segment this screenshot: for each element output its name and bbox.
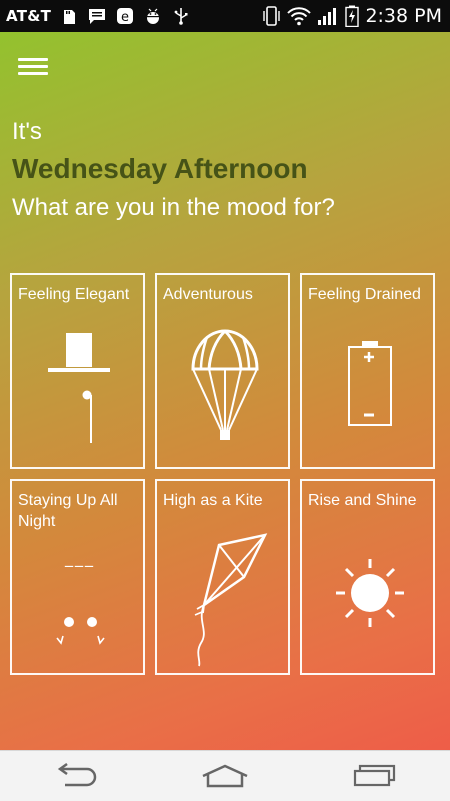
home-button[interactable] xyxy=(190,756,260,796)
mood-label: Feeling Drained xyxy=(308,286,421,303)
mood-label: Staying Up All Night xyxy=(18,492,118,530)
vibrate-icon xyxy=(263,6,281,26)
mood-label: Feeling Elegant xyxy=(18,286,130,303)
back-button[interactable] xyxy=(40,756,110,796)
mood-label: Rise and Shine xyxy=(308,492,417,509)
android-debug-icon xyxy=(145,8,162,24)
message-icon xyxy=(89,9,106,24)
mood-tile-high-as-a-kite[interactable]: High as a Kite xyxy=(155,479,290,675)
wifi-icon xyxy=(287,7,312,26)
mood-tile-feeling-elegant[interactable]: Feeling Elegant xyxy=(10,273,145,469)
mood-label: Adventurous xyxy=(163,286,253,303)
mood-tile-feeling-drained[interactable]: Feeling Drained xyxy=(300,273,435,469)
battery-charging-icon xyxy=(345,5,360,27)
mood-tile-staying-up-all-night[interactable]: ___ Staying Up All Night xyxy=(10,479,145,675)
back-icon xyxy=(57,763,97,787)
e-icon: e xyxy=(117,8,134,25)
main-content: It's Wednesday Afternoon What are you in… xyxy=(0,32,450,750)
mood-tile-rise-and-shine[interactable]: Rise and Shine xyxy=(300,479,435,675)
greeting-time-of-day: Wednesday Afternoon xyxy=(12,153,308,184)
signal-icon xyxy=(318,8,337,25)
recent-apps-button[interactable] xyxy=(340,756,410,796)
sleepy-face-text: ___ xyxy=(64,548,95,568)
svg-text:e: e xyxy=(121,10,129,25)
recent-apps-icon xyxy=(353,764,396,787)
sd-card-icon xyxy=(64,10,76,24)
greeting-question: What are you in the mood for? xyxy=(12,194,335,221)
navigation-bar xyxy=(0,750,450,801)
status-bar: AT&T e 2:38 PM xyxy=(0,0,450,32)
status-time: 2:38 PM xyxy=(365,5,442,27)
greeting-prefix: It's xyxy=(12,118,42,145)
mood-label: High as a Kite xyxy=(163,492,263,509)
mood-tile-adventurous[interactable]: Adventurous xyxy=(155,273,290,469)
home-icon xyxy=(202,764,248,788)
carrier-label: AT&T xyxy=(6,7,52,25)
usb-icon xyxy=(174,8,188,25)
menu-icon[interactable] xyxy=(18,54,48,78)
